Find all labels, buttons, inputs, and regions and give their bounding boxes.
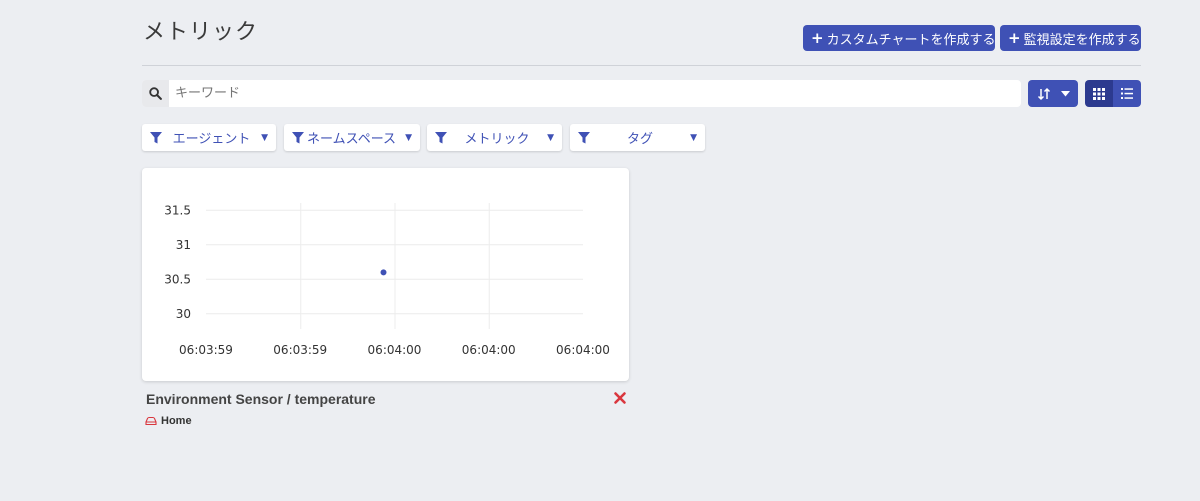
y-tick-label: 30.5 [164,272,191,286]
caret-down-icon: ▼ [261,132,268,143]
grid-view-button[interactable] [1085,80,1113,107]
create-monitor-button[interactable]: + 監視設定を作成する [1000,25,1141,51]
filter-tag[interactable]: タグ ▼ [570,124,705,151]
x-tick-label: 06:03:59 [179,343,233,357]
grid-view-icon [1093,87,1105,100]
view-toggle [1085,80,1141,107]
search-input[interactable] [169,80,1021,107]
metric-chart: 30 30.5 31 31.5 06:03:59 06:03:59 06:04:00 06:0… [164,203,610,357]
x-tick-label: 06:04:00 [462,343,516,357]
x-tick-label: 06:03:59 [273,343,327,357]
sort-dropdown-button[interactable] [1028,80,1078,107]
metric-card-title[interactable]: Environment Sensor / temperature [146,391,376,407]
create-custom-chart-label: カスタムチャートを作成する [826,32,996,48]
filter-metric[interactable]: メトリック ▼ [427,124,562,151]
filter-namespace[interactable]: ネームスペース ▼ [284,124,420,151]
data-point [380,269,387,276]
sort-icon [1037,87,1050,100]
page-title: メトリック [143,20,259,45]
y-tick-label: 31 [176,238,191,252]
plus-icon: + [811,28,824,47]
filter-icon [150,131,162,143]
agent-tag: Home [145,415,192,427]
filter-agent-label: エージェント [172,132,251,147]
y-tick-label: 31.5 [164,203,191,217]
metric-chart-card[interactable]: 30 30.5 31 31.5 06:03:59 06:03:59 06:04:00 06:0… [142,168,629,381]
filter-icon [435,131,447,143]
create-custom-chart-button[interactable]: + カスタムチャートを作成する [803,25,995,51]
caret-down-icon: ▼ [405,132,412,143]
y-tick-label: 30 [176,307,191,321]
filter-namespace-label: ネームスペース [307,132,397,147]
header-divider [142,65,1141,66]
search-bar [142,80,1021,107]
filter-metric-label: メトリック [464,132,530,147]
close-icon [614,392,626,404]
caret-down-icon [1060,90,1070,96]
plus-icon: + [1008,28,1021,47]
agent-tag-label: Home [161,415,192,427]
list-view-button[interactable] [1113,80,1141,107]
caret-down-icon: ▼ [690,132,697,143]
list-view-icon [1121,88,1133,99]
car-icon [145,416,157,426]
filter-tag-label: タグ [627,132,654,147]
remove-metric-button[interactable] [612,390,628,406]
x-tick-label: 06:04:00 [556,343,610,357]
filter-icon [292,131,304,143]
filter-icon [578,131,590,143]
search-icon [142,80,169,107]
filter-agent[interactable]: エージェント ▼ [142,124,276,151]
caret-down-icon: ▼ [547,132,554,143]
x-tick-label: 06:04:00 [368,343,422,357]
create-monitor-label: 監視設定を作成する [1023,32,1141,48]
